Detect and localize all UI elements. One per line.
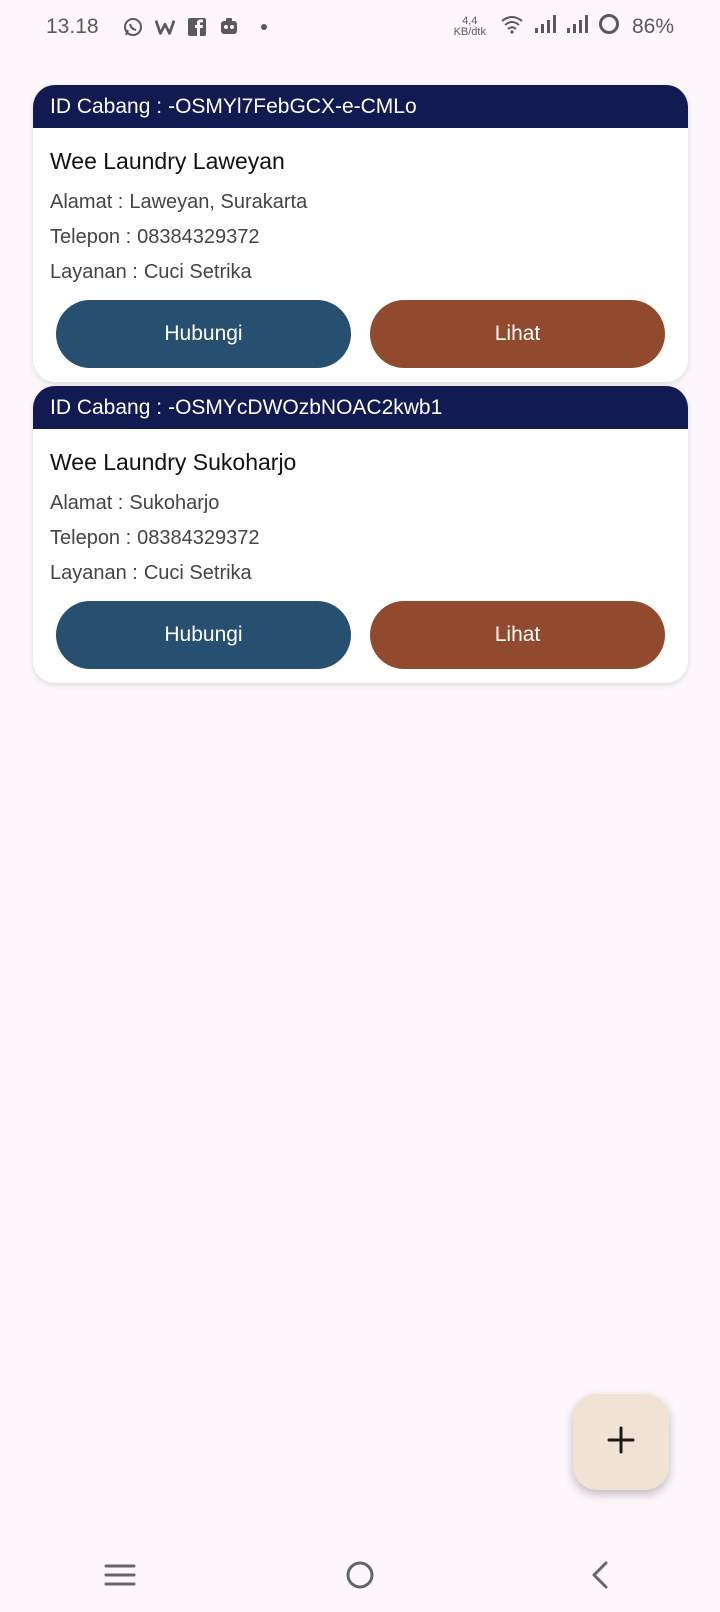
branch-actions: Hubungi Lihat bbox=[50, 601, 671, 669]
branch-id-header: ID Cabang : -OSMYl7FebGCX-e-CMLo bbox=[33, 85, 688, 128]
w-app-icon bbox=[154, 17, 175, 37]
service-label: Layanan : bbox=[50, 261, 138, 283]
app-notification-icon bbox=[219, 17, 239, 37]
system-nav-bar bbox=[0, 1542, 720, 1612]
branch-id-header: ID Cabang : -OSMYcDWOzbNOAC2kwb1 bbox=[33, 386, 688, 429]
home-button[interactable] bbox=[330, 1552, 390, 1602]
view-button[interactable]: Lihat bbox=[370, 300, 665, 368]
branch-card-body: Wee Laundry Laweyan Alamat : Laweyan, Su… bbox=[33, 128, 688, 382]
status-time: 13.18 bbox=[46, 15, 99, 38]
battery-percent: 86% bbox=[631, 15, 674, 38]
branch-phone-row: Telepon : 08384329372 bbox=[50, 220, 671, 255]
whatsapp-icon bbox=[123, 17, 143, 37]
branch-service-row: Layanan : Cuci Setrika bbox=[50, 556, 671, 591]
branch-card-body: Wee Laundry Sukoharjo Alamat : Sukoharjo… bbox=[33, 429, 688, 683]
phone-value: 08384329372 bbox=[137, 226, 260, 248]
menu-icon bbox=[104, 1562, 136, 1593]
contact-button[interactable]: Hubungi bbox=[56, 300, 351, 368]
phone-value: 08384329372 bbox=[137, 527, 260, 549]
contact-button[interactable]: Hubungi bbox=[56, 601, 351, 669]
phone-label: Telepon : bbox=[50, 527, 132, 549]
signal-icon-sim2 bbox=[566, 14, 588, 40]
address-value: Sukoharjo bbox=[129, 492, 220, 514]
status-left: 13.18 bbox=[46, 15, 267, 39]
branch-service-row: Layanan : Cuci Setrika bbox=[50, 255, 671, 290]
signal-icon-sim1 bbox=[534, 14, 556, 40]
branch-id-value: -OSMYcDWOzbNOAC2kwb1 bbox=[168, 395, 443, 419]
branch-address-row: Alamat : Laweyan, Surakarta bbox=[50, 185, 671, 220]
home-circle-icon bbox=[345, 1560, 375, 1595]
branch-actions: Hubungi Lihat bbox=[50, 300, 671, 368]
branch-id-value: -OSMYl7FebGCX-e-CMLo bbox=[168, 94, 417, 118]
network-speed: 4,4 KB/dtk bbox=[454, 16, 486, 38]
back-button[interactable] bbox=[570, 1552, 630, 1602]
branch-name: Wee Laundry Laweyan bbox=[50, 148, 285, 174]
service-value: Cuci Setrika bbox=[143, 261, 252, 283]
status-right: 4,4 KB/dtk 86% bbox=[454, 13, 674, 41]
service-value: Cuci Setrika bbox=[143, 562, 252, 584]
service-label: Layanan : bbox=[50, 562, 138, 584]
more-notifications-dot bbox=[260, 24, 267, 30]
branch-card: ID Cabang : -OSMYl7FebGCX-e-CMLo Wee Lau… bbox=[33, 85, 688, 382]
address-value: Laweyan, Surakarta bbox=[129, 191, 308, 213]
branch-card: ID Cabang : -OSMYcDWOzbNOAC2kwb1 Wee Lau… bbox=[33, 386, 688, 683]
address-label: Alamat : bbox=[50, 492, 124, 514]
battery-icon bbox=[598, 13, 620, 41]
address-label: Alamat : bbox=[50, 191, 124, 213]
view-button[interactable]: Lihat bbox=[370, 601, 665, 669]
recent-apps-button[interactable] bbox=[90, 1552, 150, 1602]
branch-address-row: Alamat : Sukoharjo bbox=[50, 486, 671, 521]
network-speed-unit: KB/dtk bbox=[453, 26, 486, 38]
branch-id-label: ID Cabang : bbox=[50, 395, 163, 419]
plus-icon bbox=[606, 1425, 636, 1460]
chevron-left-icon bbox=[588, 1560, 612, 1595]
status-bar: 13.18 4,4 KB/dtk 86% bbox=[0, 0, 720, 54]
facebook-icon bbox=[187, 17, 207, 37]
wifi-icon bbox=[500, 14, 524, 40]
branch-name: Wee Laundry Sukoharjo bbox=[50, 449, 297, 475]
add-branch-button[interactable] bbox=[573, 1394, 669, 1490]
branch-id-label: ID Cabang : bbox=[50, 94, 163, 118]
branch-phone-row: Telepon : 08384329372 bbox=[50, 521, 671, 556]
phone-label: Telepon : bbox=[50, 226, 132, 248]
